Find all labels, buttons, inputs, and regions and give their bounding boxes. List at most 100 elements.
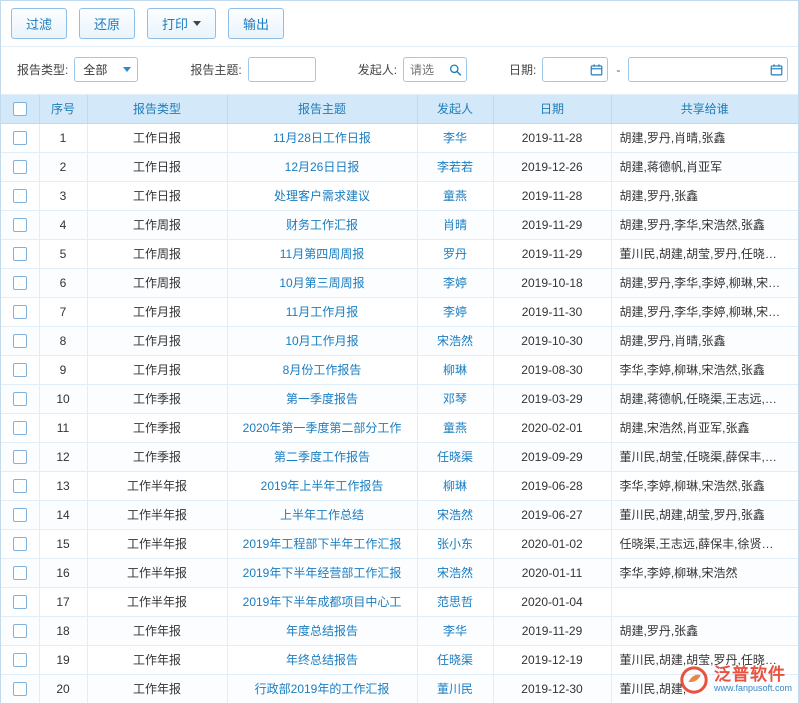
initiator-link[interactable]: 罗丹 [443, 247, 467, 261]
report-subject-cell: 11月28日工作日报 [227, 123, 417, 152]
shared-with: 董川民,胡建,胡莹,罗丹,任晓… [611, 239, 798, 268]
report-subject-link[interactable]: 财务工作汇报 [286, 218, 358, 232]
report-subject-link[interactable]: 11月工作月报 [286, 305, 358, 319]
row-checkbox[interactable] [13, 566, 27, 580]
table-header-row: 序号报告类型报告主题发起人日期共享给谁 [1, 95, 798, 123]
initiator-link[interactable]: 柳琳 [443, 479, 467, 493]
report-subject-link[interactable]: 2019年上半年工作报告 [261, 479, 384, 493]
report-subject-link[interactable]: 年度总结报告 [286, 624, 358, 638]
row-checkbox[interactable] [13, 247, 27, 261]
row-checkbox[interactable] [13, 653, 27, 667]
row-checkbox[interactable] [13, 624, 27, 638]
initiator-link[interactable]: 邓琴 [443, 392, 467, 406]
report-date: 2019-12-19 [493, 645, 611, 674]
table-row: 11工作季报2020年第一季度第二部分工作童燕2020-02-01胡建,宋浩然,… [1, 413, 798, 442]
report-subject-link[interactable]: 11月28日工作日报 [273, 131, 371, 145]
row-checkbox[interactable] [13, 595, 27, 609]
initiator-link[interactable]: 宋浩然 [437, 508, 473, 522]
initiator-link[interactable]: 张小东 [437, 537, 473, 551]
report-date: 2019-10-18 [493, 268, 611, 297]
row-checkbox[interactable] [13, 218, 27, 232]
report-subject-link[interactable]: 10月第三周周报 [279, 276, 364, 290]
report-subject-cell: 第一季度报告 [227, 384, 417, 413]
report-subject-link[interactable]: 10月工作月报 [285, 334, 358, 348]
report-subject-link[interactable]: 上半年工作总结 [280, 508, 364, 522]
row-checkbox[interactable] [13, 160, 27, 174]
report-subject-link[interactable]: 第一季度报告 [286, 392, 358, 406]
column-header-4: 日期 [493, 95, 611, 123]
initiator-link[interactable]: 李婷 [443, 305, 467, 319]
shared-with: 李华,李婷,柳琳,宋浩然,张鑫 [611, 471, 798, 500]
report-subject-link[interactable]: 8月份工作报告 [283, 363, 362, 377]
initiator-link[interactable]: 范思哲 [437, 595, 473, 609]
initiator-link[interactable]: 宋浩然 [437, 334, 473, 348]
initiator-link[interactable]: 柳琳 [443, 363, 467, 377]
initiator-link[interactable]: 宋浩然 [437, 566, 473, 580]
row-checkbox[interactable] [13, 334, 27, 348]
table-row: 14工作半年报上半年工作总结宋浩然2019-06-27董川民,胡建,胡莹,罗丹,… [1, 500, 798, 529]
row-checkbox[interactable] [13, 363, 27, 377]
row-checkbox[interactable] [13, 305, 27, 319]
report-type: 工作周报 [87, 210, 227, 239]
calendar-icon[interactable] [769, 62, 784, 77]
filter-button[interactable]: 过滤 [11, 8, 67, 39]
select-all-header-cell [1, 95, 39, 123]
initiator-link[interactable]: 李婷 [443, 276, 467, 290]
report-subject-link[interactable]: 处理客户需求建议 [274, 189, 370, 203]
initiator-link[interactable]: 任晓渠 [437, 450, 473, 464]
report-subject-link[interactable]: 2020年第一季度第二部分工作 [243, 421, 402, 435]
row-checkbox[interactable] [13, 450, 27, 464]
row-number: 9 [39, 355, 87, 384]
report-subject-link[interactable]: 行政部2019年的工作汇报 [255, 682, 390, 696]
report-date: 2020-01-04 [493, 587, 611, 616]
shared-with: 李华,李婷,柳琳,宋浩然,张鑫 [611, 355, 798, 384]
row-checkbox[interactable] [13, 131, 27, 145]
row-checkbox[interactable] [13, 276, 27, 290]
row-checkbox[interactable] [13, 189, 27, 203]
report-subject-cell: 年度总结报告 [227, 616, 417, 645]
initiator-link[interactable]: 李华 [443, 624, 467, 638]
row-checkbox[interactable] [13, 421, 27, 435]
date-to-input[interactable] [628, 57, 788, 82]
export-button[interactable]: 输出 [228, 8, 284, 39]
initiator-link[interactable]: 李若若 [437, 160, 473, 174]
row-checkbox[interactable] [13, 537, 27, 551]
initiator-link[interactable]: 肖晴 [443, 218, 467, 232]
initiator-link[interactable]: 任晓渠 [437, 653, 473, 667]
table-row: 1工作日报11月28日工作日报李华2019-11-28胡建,罗丹,肖晴,张鑫 [1, 123, 798, 152]
report-subject-link[interactable]: 第二季度工作报告 [274, 450, 370, 464]
search-icon[interactable] [448, 62, 463, 77]
initiator-label: 发起人: [358, 61, 397, 78]
row-checkbox[interactable] [13, 392, 27, 406]
report-subject-input[interactable] [248, 57, 316, 82]
report-subject-link[interactable]: 2019年工程部下半年工作汇报 [243, 537, 402, 551]
calendar-icon[interactable] [589, 62, 604, 77]
shared-with: 胡建,罗丹,肖晴,张鑫 [611, 123, 798, 152]
report-subject-cell: 第二季度工作报告 [227, 442, 417, 471]
select-all-checkbox[interactable] [13, 102, 27, 116]
report-subject-link[interactable]: 年终总结报告 [286, 653, 358, 667]
initiator-link[interactable]: 童燕 [443, 421, 467, 435]
restore-button[interactable]: 还原 [79, 8, 135, 39]
report-type-select[interactable]: 全部 [74, 57, 138, 82]
shared-with: 胡建,蒋德帆,肖亚军 [611, 152, 798, 181]
report-subject-link[interactable]: 2019年下半年经营部工作汇报 [243, 566, 402, 580]
report-date: 2019-11-30 [493, 297, 611, 326]
initiator-link[interactable]: 董川民 [437, 682, 473, 696]
report-subject-link[interactable]: 2019年下半年成都项目中心工 [243, 595, 402, 609]
report-subject-link[interactable]: 11月第四周周报 [280, 247, 364, 261]
report-type: 工作季报 [87, 442, 227, 471]
initiator-cell: 范思哲 [417, 587, 493, 616]
row-checkbox[interactable] [13, 682, 27, 696]
print-button[interactable]: 打印 [147, 8, 216, 39]
row-checkbox[interactable] [13, 508, 27, 522]
report-subject-cell: 2020年第一季度第二部分工作 [227, 413, 417, 442]
initiator-link[interactable]: 童燕 [443, 189, 467, 203]
row-checkbox[interactable] [13, 479, 27, 493]
initiator-link[interactable]: 李华 [443, 131, 467, 145]
report-subject-cell: 11月第四周周报 [227, 239, 417, 268]
table-row: 6工作周报10月第三周周报李婷2019-10-18胡建,罗丹,李华,李婷,柳琳,… [1, 268, 798, 297]
shared-with [611, 587, 798, 616]
report-subject-link[interactable]: 12月26日日报 [285, 160, 360, 174]
initiator-cell: 宋浩然 [417, 326, 493, 355]
